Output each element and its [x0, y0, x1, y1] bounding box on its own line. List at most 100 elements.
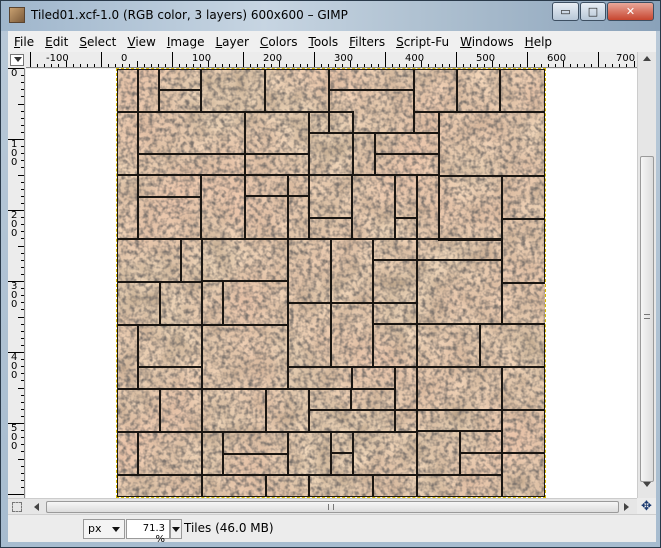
ruler-tick: [505, 64, 507, 67]
horizontal-ruler[interactable]: -100 0 100 200 300 400 500 600 700: [26, 52, 637, 68]
menu-layer[interactable]: Layer: [209, 35, 253, 49]
ruler-tick: [8, 423, 24, 424]
ruler-tick: [463, 64, 465, 67]
ruler-tick: [8, 352, 24, 353]
menu-select[interactable]: Select: [73, 35, 121, 49]
ruler-tick: [8, 210, 24, 211]
ruler-tick: [285, 64, 287, 67]
ruler-tick: [264, 64, 266, 67]
ruler-tick: [21, 373, 24, 375]
ruler-tick: [129, 64, 131, 67]
ruler-tick: [44, 64, 46, 67]
menu-image[interactable]: Image: [161, 35, 210, 49]
ruler-tick: [21, 224, 24, 226]
ruler-tick: [21, 195, 24, 197]
chevron-down-icon: [112, 527, 120, 532]
vertical-scrollbar[interactable]: [637, 52, 656, 498]
ruler-tick: [193, 64, 195, 67]
menu-file[interactable]: File: [8, 35, 39, 49]
ruler-tick: [21, 181, 24, 183]
ruler-tick: [477, 64, 479, 67]
image-menu-button[interactable]: [10, 54, 24, 66]
ruler-tick: [65, 61, 67, 67]
scroll-up-icon[interactable]: [643, 56, 651, 61]
vertical-ruler[interactable]: 0 100 200 300 400 500: [8, 68, 25, 498]
ruler-tick: [8, 139, 24, 140]
minimize-icon: ▭: [560, 5, 571, 18]
ruler-tick: [548, 64, 550, 67]
menu-edit[interactable]: Edit: [39, 35, 73, 49]
ruler-tick: [562, 61, 564, 67]
ruler-tick: [150, 64, 152, 67]
ruler-tick: [21, 330, 24, 332]
menu-windows[interactable]: Windows: [454, 35, 519, 49]
horizontal-scroll-thumb[interactable]: [46, 501, 619, 513]
vertical-scroll-thumb[interactable]: [640, 156, 654, 482]
ruler-tick: [21, 238, 24, 240]
ruler-tick: [21, 451, 24, 453]
close-button[interactable]: ✕: [607, 2, 654, 21]
ruler-tick: [21, 344, 24, 346]
ruler-tick: [21, 309, 24, 311]
horizontal-scrollbar[interactable]: [8, 498, 637, 514]
navigate-icon[interactable]: ✥: [639, 499, 654, 514]
menu-view[interactable]: View: [121, 35, 160, 49]
ruler-tick: [21, 160, 24, 162]
ruler-tick: [590, 64, 592, 67]
maximize-button[interactable]: □: [580, 2, 606, 21]
ruler-tick: [79, 64, 81, 67]
zoom-dropdown-button[interactable]: [170, 519, 182, 539]
ruler-tick: [321, 64, 323, 67]
ruler-tick: [21, 486, 24, 488]
ruler-tick: [555, 64, 557, 67]
ruler-label: 100: [11, 139, 18, 168]
gimp-app-icon[interactable]: [9, 7, 25, 23]
minimize-button[interactable]: ▭: [552, 2, 579, 21]
ruler-tick: [633, 61, 635, 67]
menu-tools[interactable]: Tools: [303, 35, 344, 49]
ruler-tick: [8, 281, 24, 282]
unit-select[interactable]: px: [83, 519, 125, 539]
ruler-tick: [21, 273, 24, 275]
ruler-label: 0: [121, 53, 128, 64]
ruler-tick: [21, 479, 24, 481]
ruler-tick: [172, 52, 173, 67]
scroll-down-icon[interactable]: [643, 482, 651, 487]
ruler-tick: [21, 415, 24, 417]
stone-tile-image: [117, 69, 545, 497]
ruler-tick: [470, 64, 472, 67]
menu-filters[interactable]: Filters: [343, 35, 390, 49]
ruler-tick: [356, 64, 358, 67]
ruler-tick: [21, 146, 24, 148]
quick-mask-icon[interactable]: [12, 502, 22, 512]
gimp-image-window: Tiled01.xcf-1.0 (RGB color, 3 layers) 60…: [0, 0, 661, 548]
ruler-tick: [605, 64, 607, 67]
scroll-left-icon[interactable]: [34, 503, 39, 511]
ruler-tick: [21, 188, 24, 190]
zoom-field[interactable]: 71.3 %: [126, 519, 170, 545]
image-canvas[interactable]: [116, 68, 546, 498]
ruler-tick: [413, 64, 415, 67]
menu-colors[interactable]: Colors: [254, 35, 303, 49]
ruler-tick: [186, 64, 188, 67]
ruler-label: 700: [616, 53, 636, 64]
ruler-tick: [21, 394, 24, 396]
ruler-tick: [21, 444, 24, 446]
ruler-tick: [122, 64, 124, 67]
maximize-icon: □: [587, 5, 599, 18]
ruler-tick: [108, 64, 110, 67]
ruler-tick: [534, 64, 536, 67]
ruler-tick: [335, 64, 337, 67]
ruler-label: 500: [11, 423, 18, 452]
ruler-tick: [21, 82, 24, 84]
ruler-tick: [179, 64, 181, 67]
menu-script-fu[interactable]: Script-Fu: [390, 35, 454, 49]
ruler-tick: [541, 64, 543, 67]
ruler-tick: [21, 231, 24, 233]
title-bar[interactable]: Tiled01.xcf-1.0 (RGB color, 3 layers) 60…: [1, 1, 660, 31]
menu-help[interactable]: Help: [519, 35, 557, 49]
scroll-right-icon[interactable]: [624, 503, 629, 511]
ruler-tick: [385, 52, 386, 67]
ruler-tick: [569, 64, 571, 67]
ruler-tick: [164, 64, 166, 67]
